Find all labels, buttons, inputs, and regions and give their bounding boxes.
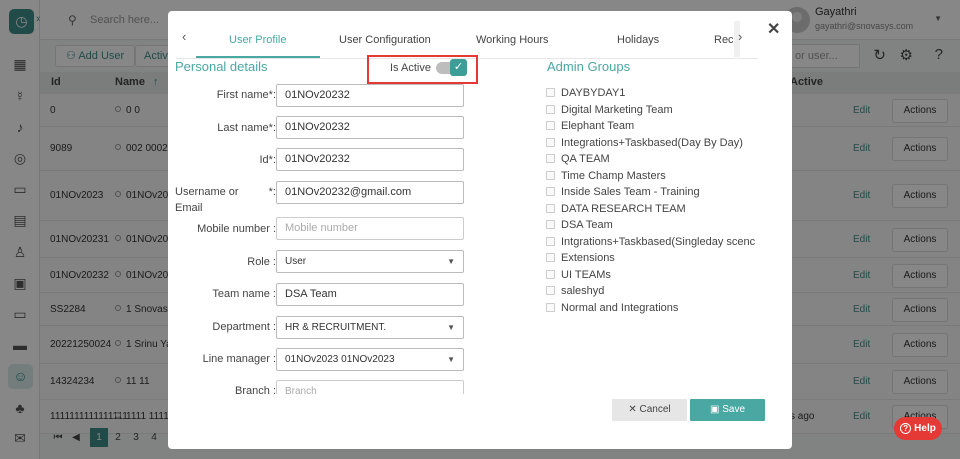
tabs-next-icon[interactable]: › [738,29,742,44]
mobile-number-field[interactable]: Mobile number [276,217,464,240]
admin-group-label: Inside Sales Team - Training [561,186,700,198]
admin-group-item[interactable]: UI TEAMs [546,269,762,283]
admin-group-item[interactable]: Intgrations+Taskbased(Singleday scenc [546,236,762,250]
save-icon: ▣ [709,404,720,415]
admin-group-item[interactable]: Normal and Integrations [546,302,762,316]
admin-group-label: Time Champ Masters [561,169,666,182]
checkbox-icon[interactable] [546,170,555,180]
admin-group-item[interactable]: Digital Marketing Team [546,104,762,118]
team-name-label: Team name : [212,288,276,300]
cancel-button[interactable]: ✕ Cancel [612,399,687,421]
mobile-label: Mobile number : [197,223,276,235]
checkbox-icon[interactable] [546,286,555,295]
admin-group-item[interactable]: saleshyd [546,285,762,299]
close-icon: ✕ [628,404,637,415]
username-label: Username or [175,186,239,198]
checkbox-icon[interactable] [546,154,555,163]
save-label: Save [722,404,746,415]
admin-group-label: UI TEAMs [561,268,611,281]
checkbox-icon[interactable] [546,104,555,114]
cancel-label: Cancel [639,404,671,415]
last-name-field[interactable]: 01NOv20232 [276,116,464,139]
save-button[interactable]: ▣ Save [690,399,765,421]
admin-group-label: saleshyd [561,285,605,297]
first-name-label: First name*: [216,89,276,101]
tab-rec[interactable]: Rec [714,34,734,46]
admin-group-label: Digital Marketing Team [561,103,673,116]
department-label: Department : [212,321,276,333]
checkbox-icon[interactable] [546,302,555,312]
first-name-field[interactable]: 01NOv20232 [276,84,464,107]
role-label: Role : [247,256,276,268]
line-manager-value: 01NOv2023 01NOv2023 [285,354,395,365]
checkbox-icon[interactable] [546,88,555,97]
admin-group-label: Integrations+Taskbased(Day By Day) [561,136,743,149]
last-name-label: Last name*: [217,122,276,134]
help-label: Help [914,423,936,434]
admin-groups-title: Admin Groups [547,59,631,74]
username-email-field[interactable]: 01NOv20232@gmail.com [276,181,464,204]
chevron-down-icon: ▼ [447,323,455,332]
help-button[interactable]: ? Help [894,417,942,440]
team-name-field[interactable]: DSA Team [276,283,464,306]
checkbox-icon[interactable] [546,236,555,246]
admin-group-label: DSA Team [561,219,613,231]
checkbox-icon[interactable] [546,269,555,279]
username-required-mark: *: [268,186,276,198]
department-select[interactable]: HR & RECRUITMENT. ▼ [276,316,464,339]
close-icon[interactable]: ✕ [767,19,780,39]
tab-holidays[interactable]: Holidays [617,34,659,46]
admin-group-item[interactable]: Time Champ Masters [546,170,762,184]
admin-group-item[interactable]: Integrations+Taskbased(Day By Day) [546,137,762,151]
admin-group-item[interactable]: Inside Sales Team - Training [546,186,762,200]
admin-group-label: Normal and Integrations [561,301,679,314]
line-manager-select[interactable]: 01NOv2023 01NOv2023 ▼ [276,348,464,371]
username-label-line2: Email [175,202,203,214]
admin-group-label: DATA RESEARCH TEAM [561,202,686,215]
admin-group-item[interactable]: QA TEAM [546,153,762,167]
id-field[interactable]: 01NOv20232 [276,148,464,171]
admin-group-label: Intgrations+Taskbased(Singleday scenc [561,235,756,248]
role-value: User [285,256,307,267]
id-label: Id*: [259,154,276,166]
checkbox-icon[interactable] [546,137,555,147]
chevron-down-icon: ▼ [447,257,455,266]
checkbox-icon[interactable] [546,121,555,130]
admin-group-item[interactable]: DAYBYDAY1 [546,87,762,101]
admin-group-item[interactable]: Elephant Team [546,120,762,134]
admin-group-label: Extensions [561,252,615,264]
checkbox-icon[interactable] [546,253,555,262]
line-manager-label: Line manager : [202,353,276,365]
admin-group-label: QA TEAM [561,153,610,165]
admin-group-item[interactable]: DATA RESEARCH TEAM [546,203,762,217]
question-icon: ? [900,423,912,434]
admin-group-item[interactable]: DSA Team [546,219,762,233]
branch-label: Branch : [235,385,276,394]
admin-group-label: Elephant Team [561,120,635,132]
admin-group-label: DAYBYDAY1 [561,87,626,99]
checkbox-icon[interactable] [546,220,555,229]
chevron-down-icon: ▼ [447,355,455,364]
role-select[interactable]: User ▼ [276,250,464,273]
checkbox-icon[interactable] [546,203,555,213]
personal-details-form: First name*: 01NOv20232 Last name*: 01NO… [168,11,498,394]
checkbox-icon[interactable] [546,187,555,196]
branch-select[interactable]: Branch [276,380,464,394]
user-edit-dialog: ✕ ‹ User Profile User Configuration Work… [168,11,792,449]
admin-group-item[interactable]: Extensions [546,252,762,266]
department-value: HR & RECRUITMENT. [285,322,387,333]
